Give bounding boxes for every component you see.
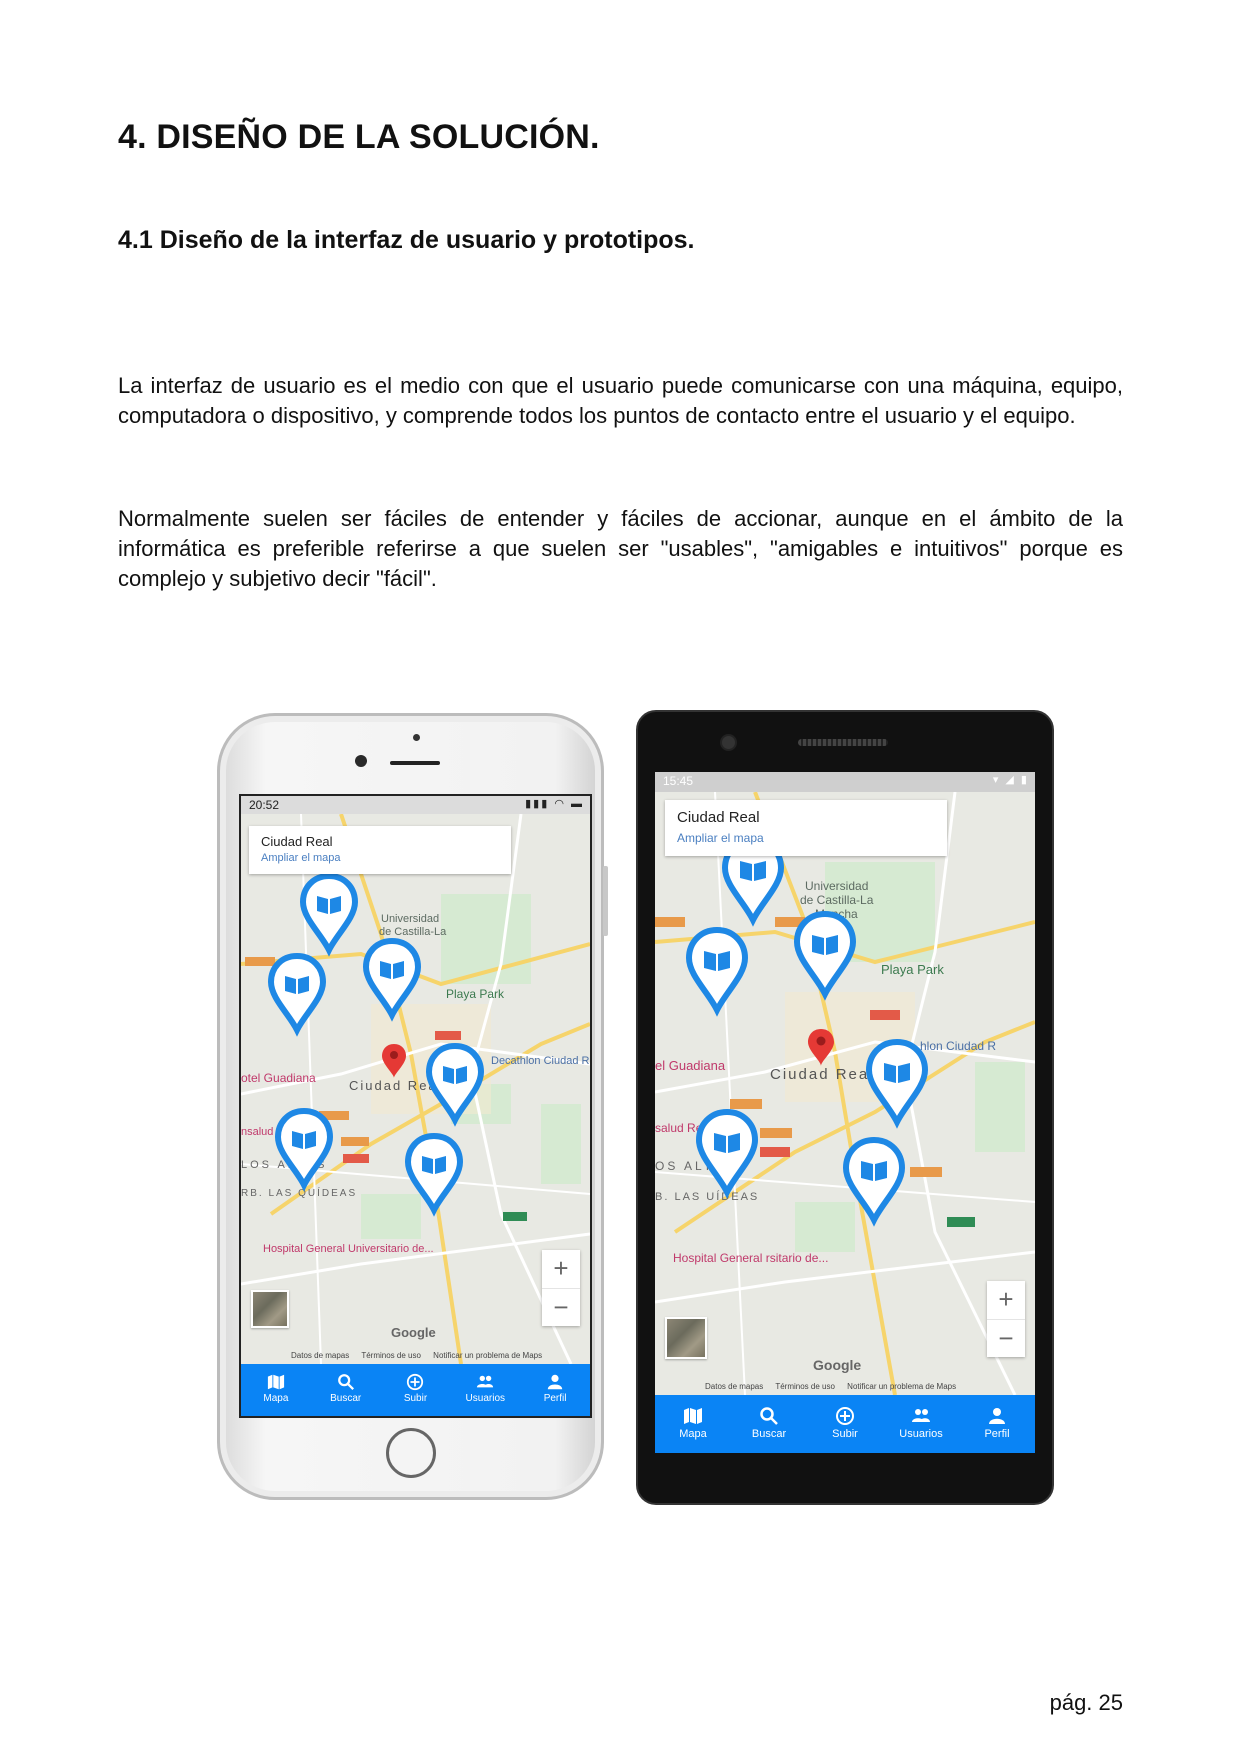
users-icon [912, 1409, 930, 1422]
app-screen: 20:52 ▮▮▮ ◠ ▬ Universidad de Castilla-La… [239, 794, 592, 1418]
map-info-card: Ciudad Real Ampliar el mapa [665, 800, 947, 856]
nav-search[interactable]: Buscar [731, 1395, 807, 1453]
front-camera [720, 734, 737, 751]
map-label-city: Ciudad Real [770, 1066, 875, 1083]
map-label-decathlon: Decathlon Ciudad Re [491, 1055, 590, 1067]
status-icons: ▾ ◢ ▮ [992, 774, 1029, 786]
map-info-card: Ciudad Real Ampliar el mapa [249, 826, 511, 874]
status-icons: ▮▮▮ ◠ ▬ [525, 798, 584, 810]
enlarge-map-link[interactable]: Ampliar el mapa [677, 831, 764, 845]
svg-text:de Castilla-La: de Castilla-La [379, 926, 447, 938]
home-button[interactable] [386, 1428, 436, 1478]
terms-link[interactable]: Términos de uso [361, 1351, 421, 1360]
person-icon [547, 1374, 563, 1390]
section-heading: 4. DISEÑO DE LA SOLUCIÓN. [118, 118, 600, 156]
front-camera [355, 755, 367, 767]
nav-upload[interactable]: Subir [807, 1395, 883, 1453]
zoom-controls: + − [987, 1281, 1025, 1357]
map-canvas[interactable]: Universidad de Castilla-La Playa Park ot… [241, 814, 590, 1364]
map-label-district-2: RB. LAS QUÍDEAS [241, 1186, 357, 1199]
zoom-in-button[interactable]: + [987, 1281, 1025, 1320]
map-icon [267, 1374, 284, 1390]
status-bar: 20:52 ▮▮▮ ◠ ▬ [241, 796, 590, 814]
nav-upload[interactable]: Subir [381, 1364, 451, 1416]
zoom-in-button[interactable]: + [542, 1250, 580, 1289]
app-screen: 15:45 ▾ ◢ ▮ Universidad de Castilla-La P… [655, 772, 1035, 1453]
sensor-dot [413, 734, 420, 741]
map-card-title: Ciudad Real [677, 809, 760, 826]
nav-upload-label: Subir [403, 1393, 428, 1404]
status-time: 15:45 [663, 774, 694, 788]
nav-search-label: Buscar [330, 1393, 362, 1404]
map-card-title: Ciudad Real [261, 834, 333, 849]
status-bar: 15:45 ▾ ◢ ▮ [655, 772, 1035, 792]
terms-link[interactable]: Términos de uso [775, 1382, 835, 1391]
google-logo: Google [813, 1357, 862, 1373]
map-label-decathlon: hlon Ciudad R [920, 1039, 996, 1053]
nav-users[interactable]: Usuarios [450, 1364, 520, 1416]
earpiece-speaker [390, 761, 440, 765]
nav-map-label: Mapa [263, 1393, 289, 1404]
map-canvas[interactable]: Universidad de Castilla-La Mancha Playa … [655, 792, 1035, 1395]
zoom-controls: + − [542, 1250, 580, 1326]
iphone-prototype: 20:52 ▮▮▮ ◠ ▬ Universidad de Castilla-La… [217, 713, 608, 1500]
map-label-park: Playa Park [446, 987, 505, 1001]
nav-profile-label: Perfil [984, 1428, 1010, 1440]
person-icon [989, 1408, 1005, 1424]
map-icon [684, 1408, 702, 1424]
zoom-out-button[interactable]: − [987, 1320, 1025, 1358]
nav-upload-label: Subir [832, 1428, 858, 1440]
nav-search-label: Buscar [751, 1428, 787, 1440]
map-label-university: Universidad [381, 913, 439, 925]
map-label-hospital: Hospital General rsitario de... [673, 1251, 828, 1265]
add-circle-icon [407, 1373, 424, 1391]
nav-search[interactable]: Buscar [311, 1364, 381, 1416]
nav-users-label: Usuarios [465, 1393, 506, 1404]
report-problem-link[interactable]: Notificar un problema de Maps [847, 1382, 956, 1391]
map-label-hotel: otel Guadiana [241, 1071, 316, 1085]
search-icon [337, 1374, 354, 1390]
nav-map-label: Mapa [679, 1428, 707, 1440]
map-label-university: Universidad [805, 879, 868, 893]
map-label-hospital: Hospital General Universitario de... [263, 1243, 434, 1255]
svg-text:de Castilla-La: de Castilla-La [800, 893, 874, 907]
nav-profile[interactable]: Perfil [520, 1364, 590, 1416]
status-time: 20:52 [249, 798, 280, 812]
map-label-district-2: B. LAS UÍDEAS [655, 1190, 759, 1203]
nav-map[interactable]: Mapa [241, 1364, 311, 1416]
search-icon [760, 1407, 778, 1425]
nav-users[interactable]: Usuarios [883, 1395, 959, 1453]
side-button [603, 866, 608, 936]
map-label-hotel: el Guadiana [655, 1058, 726, 1073]
nav-profile-label: Perfil [543, 1393, 567, 1404]
report-problem-link[interactable]: Notificar un problema de Maps [433, 1351, 542, 1360]
enlarge-map-link[interactable]: Ampliar el mapa [261, 852, 340, 864]
android-prototype: 15:45 ▾ ◢ ▮ Universidad de Castilla-La P… [636, 710, 1054, 1505]
map-view[interactable]: Universidad de Castilla-La Mancha Playa … [655, 792, 1035, 1395]
nav-map[interactable]: Mapa [655, 1395, 731, 1453]
add-circle-icon [836, 1407, 854, 1425]
map-footer: Datos de mapas Términos de uso Notificar… [291, 1351, 586, 1360]
bottom-nav: Mapa Buscar Subir Usuarios Perfil [241, 1364, 590, 1416]
page-number: pág. 25 [1049, 1690, 1123, 1715]
map-data-link[interactable]: Datos de mapas [705, 1382, 763, 1391]
earpiece-speaker [798, 739, 888, 746]
zoom-out-button[interactable]: − [542, 1289, 580, 1327]
paragraph-ui-definition: La interfaz de usuario es el medio con q… [118, 373, 1123, 428]
users-icon [477, 1375, 494, 1388]
map-label-park: Playa Park [881, 962, 944, 977]
subsection-heading: 4.1 Diseño de la interfaz de usuario y p… [118, 226, 695, 254]
google-logo: Google [391, 1325, 436, 1340]
satellite-toggle[interactable] [251, 1290, 289, 1328]
nav-profile[interactable]: Perfil [959, 1395, 1035, 1453]
map-view[interactable]: Universidad de Castilla-La Playa Park ot… [241, 814, 590, 1364]
satellite-toggle[interactable] [665, 1317, 707, 1359]
map-data-link[interactable]: Datos de mapas [291, 1351, 349, 1360]
bottom-nav: Mapa Buscar Subir Usuarios Perfil [655, 1395, 1035, 1453]
map-footer: Datos de mapas Términos de uso Notificar… [705, 1382, 1031, 1391]
paragraph-usability: Normalmente suelen ser fáciles de entend… [118, 506, 1123, 591]
nav-users-label: Usuarios [899, 1428, 943, 1440]
